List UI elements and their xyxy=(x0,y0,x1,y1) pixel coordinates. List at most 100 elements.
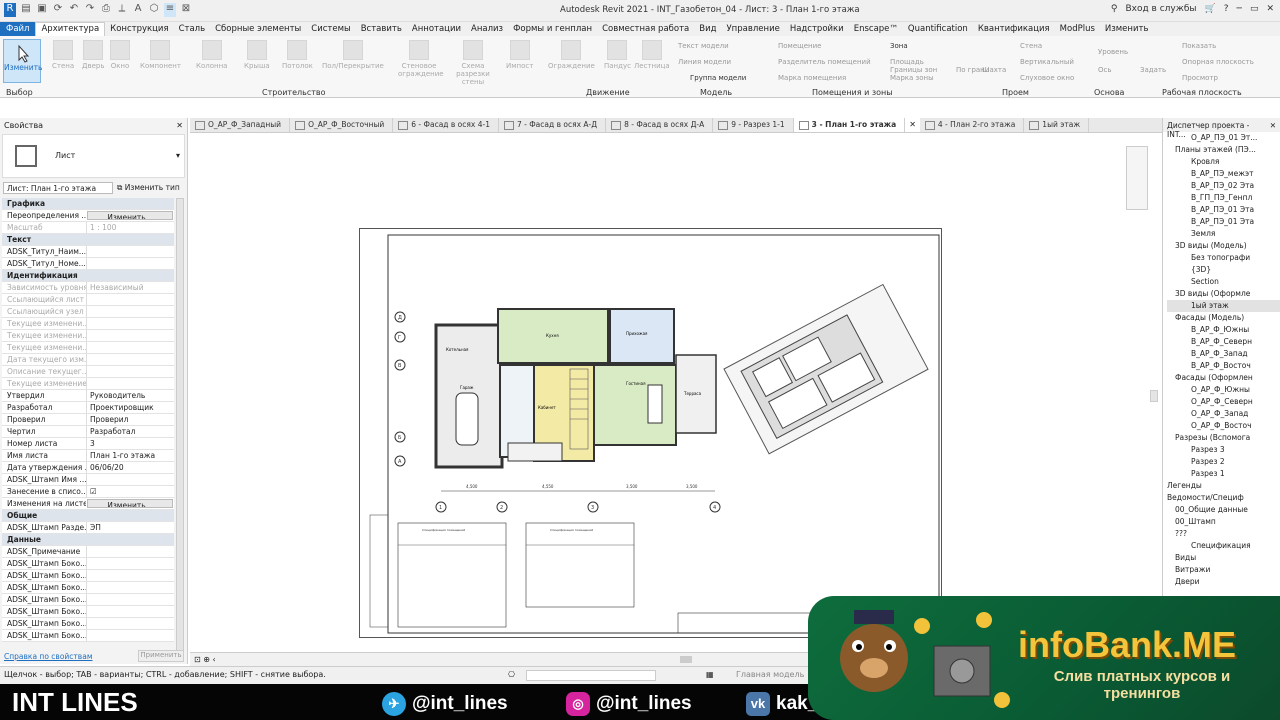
property-row[interactable]: ADSK_Штамп Боко... xyxy=(2,594,174,606)
stair-button[interactable]: Лестница xyxy=(634,40,670,70)
browser-item[interactable]: {3D} xyxy=(1167,264,1280,276)
model-line-button[interactable]: Линия модели xyxy=(678,58,731,66)
property-row[interactable]: ADSK_Штамп Боко... xyxy=(2,618,174,630)
minimize-icon[interactable]: ─ xyxy=(1237,4,1242,14)
vertical-opening-button[interactable]: Вертикальный xyxy=(1020,58,1074,66)
browser-item[interactable]: Легенды xyxy=(1167,480,1280,492)
browser-item[interactable]: Section xyxy=(1167,276,1280,288)
browser-item[interactable]: В_АР_ПЭ_01 Эта xyxy=(1167,216,1280,228)
curtain-grid-button[interactable]: Схема разрезки стены xyxy=(444,40,502,86)
wall-opening-button[interactable]: Стена xyxy=(1020,42,1042,50)
modify-button[interactable]: Изменить xyxy=(3,39,42,83)
ceiling-button[interactable]: Потолок xyxy=(282,40,313,70)
browser-item[interactable]: Разрез 1 xyxy=(1167,468,1280,480)
property-row[interactable]: Текущее изменени... xyxy=(2,330,174,342)
redo-icon[interactable]: ↷ xyxy=(84,3,96,17)
browser-item[interactable]: Разрезы (Вспомога xyxy=(1167,432,1280,444)
browser-item[interactable]: В_АР_ПЭ_межэт xyxy=(1167,168,1280,180)
roof-button[interactable]: Крыша xyxy=(244,40,270,70)
browser-item[interactable]: Разрез 3 xyxy=(1167,444,1280,456)
edit-type-button[interactable]: ⧉ Изменить тип xyxy=(117,183,180,193)
tab-file[interactable]: Файл xyxy=(0,22,36,36)
property-value[interactable]: Разработал xyxy=(86,426,174,437)
type-selector[interactable]: Лист ▾ xyxy=(2,134,185,178)
property-value[interactable]: 3 xyxy=(86,438,174,449)
property-value[interactable]: Руководитель xyxy=(86,390,174,401)
browser-item[interactable]: Двери xyxy=(1167,576,1280,588)
browser-item[interactable]: Без топографи xyxy=(1167,252,1280,264)
property-row[interactable]: Дата текущего изм... xyxy=(2,354,174,366)
print-icon[interactable]: ⎙ xyxy=(100,3,112,17)
edit-button[interactable]: Изменить... xyxy=(87,499,173,508)
browser-item[interactable]: В_АР_Ф_Северн xyxy=(1167,336,1280,348)
property-row[interactable]: Ссылающийся лист xyxy=(2,294,174,306)
property-value[interactable] xyxy=(86,474,174,485)
browser-item[interactable]: Фасады (Оформлен xyxy=(1167,372,1280,384)
browser-item[interactable]: Витражи xyxy=(1167,564,1280,576)
view-tab[interactable]: О_АР_Ф_Восточный xyxy=(290,118,394,132)
main-model-dropdown[interactable]: Главная модель xyxy=(736,670,804,679)
browser-item[interactable]: В_ГП_ПЭ_Генпл xyxy=(1167,192,1280,204)
view-tab[interactable]: 8 - Фасад в осях Д-А xyxy=(606,118,714,132)
property-section[interactable]: Графика xyxy=(2,198,174,210)
component-button[interactable]: Компонент xyxy=(140,40,181,70)
browser-item[interactable]: Разрез 2 xyxy=(1167,456,1280,468)
property-section[interactable]: Текст xyxy=(2,234,174,246)
property-value[interactable]: 06/06/20 xyxy=(86,462,174,473)
measure-icon[interactable]: ⟂ xyxy=(116,3,128,17)
cart-icon[interactable]: 🛒 xyxy=(1205,4,1216,14)
apply-button[interactable]: Применить xyxy=(138,650,184,662)
browser-item[interactable]: 3D виды (Модель) xyxy=(1167,240,1280,252)
property-section[interactable]: Идентификация xyxy=(2,270,174,282)
property-value[interactable] xyxy=(86,594,174,605)
properties-scrollbar[interactable] xyxy=(176,198,184,658)
browser-item[interactable]: В_АР_Ф_Восточ xyxy=(1167,360,1280,372)
property-row[interactable]: ADSK_Штамп Боко... xyxy=(2,630,174,642)
view-tab[interactable]: 1ый этаж xyxy=(1024,118,1090,132)
3d-view-icon[interactable]: ⬡ xyxy=(148,3,160,17)
browser-item[interactable]: 00_Штамп xyxy=(1167,516,1280,528)
signin-link[interactable]: Вход в службы xyxy=(1125,4,1196,14)
tab-precast[interactable]: Сборные элементы xyxy=(210,24,306,34)
tab-structure[interactable]: Конструкция xyxy=(105,24,173,34)
browser-item[interactable]: 00_Общие данные xyxy=(1167,504,1280,516)
close-hidden-icon[interactable]: ⊠ xyxy=(180,3,192,17)
door-button[interactable]: Дверь xyxy=(82,40,104,70)
property-row[interactable]: Дата утверждения ... 06/06/20 xyxy=(2,462,174,474)
property-row[interactable]: Утвердил Руководитель xyxy=(2,390,174,402)
view-tab[interactable]: 4 - План 2-го этажа xyxy=(920,118,1025,132)
property-row[interactable]: ADSK_Титул_Номе... xyxy=(2,258,174,270)
ref-plane-button[interactable]: Опорная плоскость xyxy=(1182,58,1254,66)
property-row[interactable]: ADSK_Штамп Боко... xyxy=(2,558,174,570)
property-row[interactable]: ADSK_Штамп Боко... xyxy=(2,582,174,594)
instance-filter[interactable]: Лист: План 1-го этажа xyxy=(3,182,113,194)
property-value[interactable] xyxy=(86,258,174,269)
browser-close-icon[interactable]: ✕ xyxy=(1270,121,1276,130)
canvas-hscroll-thumb[interactable] xyxy=(680,656,692,663)
room-tag-button[interactable]: Марка помещения xyxy=(778,74,846,82)
text-icon[interactable]: A xyxy=(132,3,144,17)
tab-architecture[interactable]: Архитектура xyxy=(35,22,106,36)
workset-dropdown[interactable] xyxy=(526,670,656,681)
level-button[interactable]: Уровень xyxy=(1098,48,1128,56)
property-row[interactable]: Занесение в списо... ☑ xyxy=(2,486,174,498)
navigation-bar[interactable] xyxy=(1126,146,1148,210)
property-row[interactable]: Разработал Проектировщик xyxy=(2,402,174,414)
tab-modplus[interactable]: ModPlus xyxy=(1055,24,1100,34)
browser-item[interactable]: Планы этажей (ПЭ... xyxy=(1167,144,1280,156)
tab-collaborate[interactable]: Совместная работа xyxy=(597,24,694,34)
tab-modify[interactable]: Изменить xyxy=(1100,24,1154,34)
view-tab[interactable]: 3 - План 1-го этажа xyxy=(793,118,906,132)
properties-help-link[interactable]: Справка по свойствам xyxy=(4,652,92,661)
property-section[interactable]: Общие xyxy=(2,510,174,522)
browser-item[interactable]: Ведомости/Специф xyxy=(1167,492,1280,504)
tab-insert[interactable]: Вставить xyxy=(356,24,407,34)
edit-button[interactable]: Изменить... xyxy=(87,211,173,220)
property-row[interactable]: Ссылающийся узел xyxy=(2,306,174,318)
property-value[interactable] xyxy=(86,630,174,641)
sync-icon[interactable]: ⟳ xyxy=(52,3,64,17)
property-row[interactable]: Текущее изменение xyxy=(2,378,174,390)
property-value[interactable] xyxy=(86,246,174,257)
property-row[interactable]: Переопределения ... Изменить... xyxy=(2,210,174,222)
tab-manage[interactable]: Управление xyxy=(722,24,785,34)
